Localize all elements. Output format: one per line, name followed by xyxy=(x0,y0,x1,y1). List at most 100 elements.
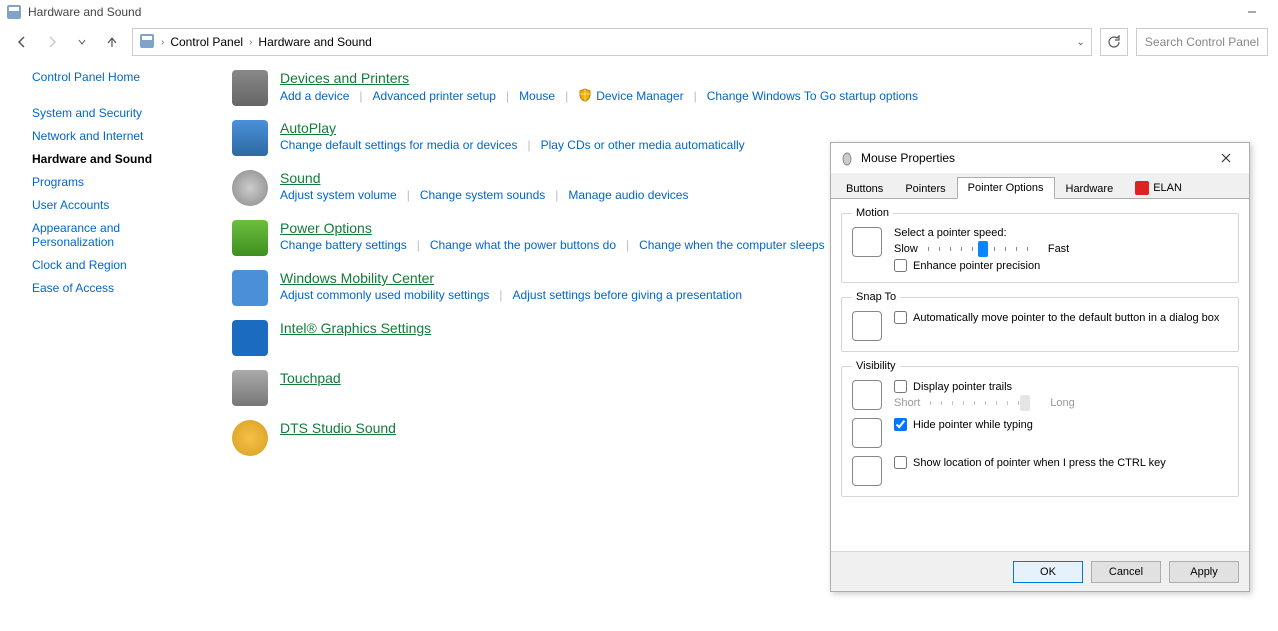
enhance-precision-checkbox[interactable]: Enhance pointer precision xyxy=(894,259,1228,272)
tab-buttons[interactable]: Buttons xyxy=(835,178,894,199)
visibility-group: Visibility Display pointer trails Short … xyxy=(841,360,1239,497)
snap-checkbox[interactable]: Automatically move pointer to the defaul… xyxy=(894,311,1228,324)
search-input[interactable]: Search Control Panel xyxy=(1136,28,1268,56)
sublink-label: Adjust system volume xyxy=(280,188,397,202)
sidebar-item-network[interactable]: Network and Internet xyxy=(32,129,202,143)
sidebar-item-users[interactable]: User Accounts xyxy=(32,198,202,212)
snap-group: Snap To Automatically move pointer to th… xyxy=(841,291,1239,352)
hide-while-typing-checkbox[interactable]: Hide pointer while typing xyxy=(894,418,1228,431)
tab-elan[interactable]: ELAN xyxy=(1124,176,1193,199)
category-title[interactable]: Sound xyxy=(280,170,688,186)
sublink[interactable]: Change when the computer sleeps xyxy=(639,238,824,252)
snap-legend: Snap To xyxy=(852,291,900,303)
divider: | xyxy=(506,89,509,103)
navigation-bar: › Control Panel › Hardware and Sound ⌄ S… xyxy=(0,24,1278,60)
sublink[interactable]: Adjust system volume xyxy=(280,188,397,202)
trails-cursor-icon xyxy=(852,380,882,410)
sidebar: Control Panel Home System and Security N… xyxy=(32,70,202,456)
category-title[interactable]: Devices and Printers xyxy=(280,70,918,86)
cursor-speed-icon xyxy=(852,227,882,257)
control-panel-icon xyxy=(6,4,22,20)
sublink[interactable]: Add a device xyxy=(280,89,349,103)
back-button[interactable] xyxy=(10,30,34,54)
tab-hardware[interactable]: Hardware xyxy=(1055,178,1125,199)
category-title[interactable]: AutoPlay xyxy=(280,120,745,136)
sublink[interactable]: Device Manager xyxy=(578,88,683,103)
hide-while-typing-label: Hide pointer while typing xyxy=(913,419,1033,431)
sublink[interactable]: Adjust commonly used mobility settings xyxy=(280,288,489,302)
up-button[interactable] xyxy=(100,30,124,54)
sublink-label: Change battery settings xyxy=(280,238,407,252)
dialog-tabs: Buttons Pointers Pointer Options Hardwar… xyxy=(831,173,1249,199)
sublink-label: Mouse xyxy=(519,89,555,103)
divider: | xyxy=(565,89,568,103)
sidebar-item-programs[interactable]: Programs xyxy=(32,175,202,189)
close-button[interactable] xyxy=(1211,148,1241,168)
sublink-label: Add a device xyxy=(280,89,349,103)
category-title[interactable]: Intel® Graphics Settings xyxy=(280,320,431,336)
slow-label: Slow xyxy=(894,243,918,255)
pointer-speed-slider[interactable] xyxy=(928,247,1038,251)
divider: | xyxy=(359,89,362,103)
chevron-right-icon: › xyxy=(249,37,252,48)
tab-pointers[interactable]: Pointers xyxy=(894,178,956,199)
refresh-button[interactable] xyxy=(1100,28,1128,56)
enhance-precision-label: Enhance pointer precision xyxy=(913,260,1040,272)
sublink-label: Change when the computer sleeps xyxy=(639,238,824,252)
category-icon xyxy=(232,220,268,256)
category-title[interactable]: Touchpad xyxy=(280,370,341,386)
sidebar-item-hardware[interactable]: Hardware and Sound xyxy=(32,152,202,166)
category-icon xyxy=(232,170,268,206)
trails-label: Display pointer trails xyxy=(913,381,1012,393)
window-titlebar: Hardware and Sound xyxy=(0,0,1278,24)
sublink-label: Adjust settings before giving a presenta… xyxy=(513,288,742,302)
ctrl-locate-checkbox[interactable]: Show location of pointer when I press th… xyxy=(894,456,1228,469)
category-icon xyxy=(232,270,268,306)
sublink[interactable]: Change default settings for media or dev… xyxy=(280,138,517,152)
ok-button[interactable]: OK xyxy=(1013,561,1083,583)
tab-elan-label: ELAN xyxy=(1153,182,1182,194)
minimize-button[interactable] xyxy=(1232,0,1272,24)
sidebar-item-appearance[interactable]: Appearance and Personalization xyxy=(32,221,202,249)
breadcrumb-root[interactable]: Control Panel xyxy=(170,35,243,49)
visibility-legend: Visibility xyxy=(852,360,900,372)
control-panel-icon xyxy=(139,33,155,52)
divider: | xyxy=(499,288,502,302)
sublink[interactable]: Adjust settings before giving a presenta… xyxy=(513,288,742,302)
apply-button[interactable]: Apply xyxy=(1169,561,1239,583)
sublink[interactable]: Mouse xyxy=(519,89,555,103)
tab-pointer-options[interactable]: Pointer Options xyxy=(957,177,1055,199)
sublink[interactable]: Change what the power buttons do xyxy=(430,238,616,252)
sublink[interactable]: Manage audio devices xyxy=(568,188,688,202)
sublink[interactable]: Change Windows To Go startup options xyxy=(707,89,918,103)
tab-pointer-options-pane: Motion Select a pointer speed: Slow Fast… xyxy=(831,199,1249,551)
sidebar-item-system[interactable]: System and Security xyxy=(32,106,202,120)
category-icon xyxy=(232,420,268,456)
dialog-title: Mouse Properties xyxy=(861,151,1211,165)
chevron-down-icon[interactable]: ⌄ xyxy=(1077,37,1085,48)
window-title: Hardware and Sound xyxy=(28,5,141,19)
address-bar[interactable]: › Control Panel › Hardware and Sound ⌄ xyxy=(132,28,1092,56)
category-title[interactable]: DTS Studio Sound xyxy=(280,420,396,436)
sublink[interactable]: Play CDs or other media automatically xyxy=(541,138,745,152)
sublink[interactable]: Advanced printer setup xyxy=(373,89,496,103)
sidebar-item-ease[interactable]: Ease of Access xyxy=(32,281,202,295)
recent-dropdown[interactable] xyxy=(70,30,94,54)
dialog-titlebar[interactable]: Mouse Properties xyxy=(831,143,1249,173)
cancel-button[interactable]: Cancel xyxy=(1091,561,1161,583)
sublink[interactable]: Change battery settings xyxy=(280,238,407,252)
forward-button[interactable] xyxy=(40,30,64,54)
dialog-footer: OK Cancel Apply xyxy=(831,551,1249,591)
trails-short-label: Short xyxy=(894,397,920,409)
sidebar-item-clock[interactable]: Clock and Region xyxy=(32,258,202,272)
category-title[interactable]: Windows Mobility Center xyxy=(280,270,742,286)
shield-icon xyxy=(578,88,592,102)
trails-checkbox[interactable]: Display pointer trails xyxy=(894,380,1228,393)
sublink[interactable]: Change system sounds xyxy=(420,188,545,202)
sidebar-home[interactable]: Control Panel Home xyxy=(32,70,202,84)
breadcrumb-current[interactable]: Hardware and Sound xyxy=(258,35,371,49)
trails-long-label: Long xyxy=(1050,397,1074,409)
ctrl-locate-icon xyxy=(852,456,882,486)
sublink-label: Adjust commonly used mobility settings xyxy=(280,288,489,302)
sublink-label: Manage audio devices xyxy=(568,188,688,202)
